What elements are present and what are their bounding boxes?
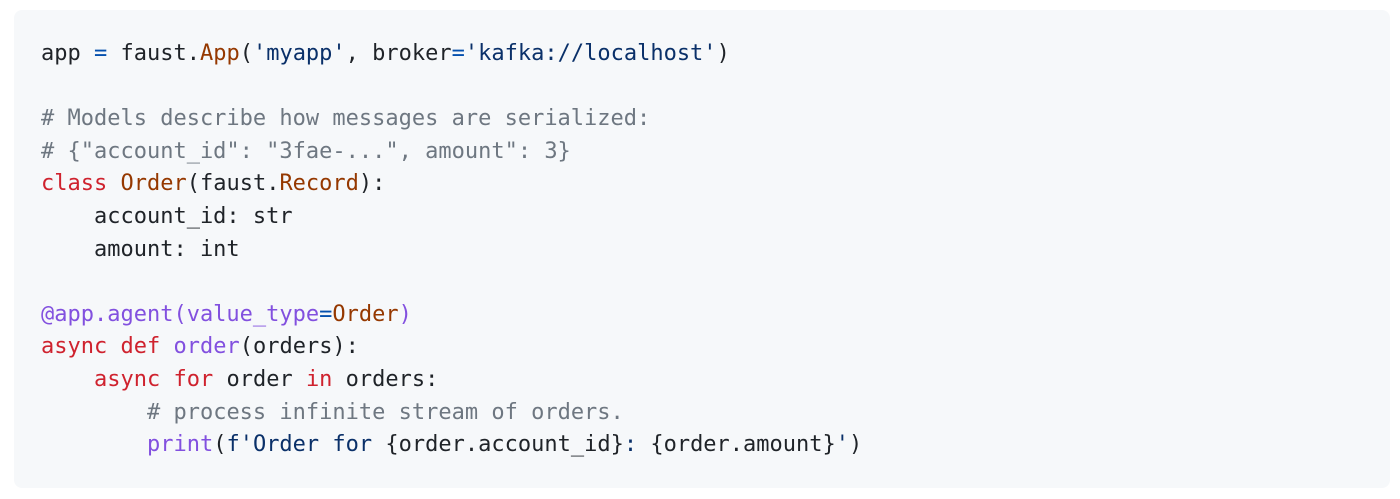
code-token: for: [173, 366, 214, 392]
code-line: @app.agent(value_type=Order): [41, 299, 1390, 332]
code-line: # process infinite stream of orders.: [41, 397, 1390, 430]
code-token: # process infinite stream of orders.: [146, 399, 624, 425]
code-block: app = faust.App('myapp', broker='kafka:/…: [14, 10, 1390, 488]
code-token: # {"account_id": "3fae-...", amount": 3}: [41, 138, 571, 164]
code-line: # Models describe how messages are seria…: [41, 103, 1390, 136]
code-token: App: [199, 41, 240, 66]
code-line: amount: int: [41, 234, 1390, 267]
code-token: order: [173, 334, 240, 360]
code-token: ): [398, 301, 412, 327]
code-line: print(f'Order for {order.account_id}: {o…: [41, 429, 1390, 462]
code-line: app = faust.App('myapp', broker='kafka:/…: [41, 38, 1390, 71]
code-line: class Order(faust.Record):: [41, 168, 1390, 201]
code-token: def: [120, 334, 161, 360]
code-token: Order: [120, 171, 187, 197]
code-token: Order: [332, 301, 399, 327]
code-token: orders:: [332, 366, 439, 392]
code-line: # {"account_id": "3fae-...", amount": 3}: [41, 136, 1390, 169]
code-token: async: [41, 334, 108, 360]
code-token: ): [849, 432, 863, 458]
code-token: (faust.: [186, 171, 280, 197]
code-token: ): [716, 41, 730, 66]
code-token: {order.account_id}: [385, 432, 624, 458]
code-token: order: [213, 366, 306, 392]
code-token: class: [41, 171, 108, 197]
code-token: :: [623, 432, 651, 458]
code-token: , broker: [345, 41, 452, 66]
code-token: {order.amount}: [650, 432, 836, 458]
code-token: (: [213, 432, 227, 458]
code-line: async def order(orders):: [41, 331, 1390, 364]
code-token: (orders):: [239, 334, 359, 360]
code-token: in: [305, 366, 333, 392]
code-token: =: [451, 41, 465, 66]
code-token: amount: int: [41, 236, 240, 262]
code-token: 'myapp': [252, 41, 346, 66]
code-token: # Models describe how messages are seria…: [41, 106, 651, 132]
code-token: Record: [279, 171, 359, 197]
code-token: f'Order for: [226, 432, 386, 458]
code-token: =: [93, 41, 108, 66]
code-token: (: [239, 41, 253, 66]
code-token: ):: [358, 171, 386, 197]
code-token: print: [146, 432, 214, 458]
code-token: ': [835, 432, 850, 458]
code-token: @app.agent(value_type: [41, 301, 320, 327]
code-token: app: [41, 41, 94, 66]
code-token: =: [319, 301, 333, 327]
code-line: account_id: str: [41, 201, 1390, 234]
code-token: account_id: str: [41, 203, 293, 229]
code-line: async for order in orders:: [41, 364, 1390, 397]
code-token: async: [93, 366, 161, 392]
code-token: faust.: [107, 41, 200, 66]
code-content: app = faust.App('myapp', broker='kafka:/…: [41, 38, 1390, 462]
code-token: 'kafka://localhost': [464, 41, 717, 66]
